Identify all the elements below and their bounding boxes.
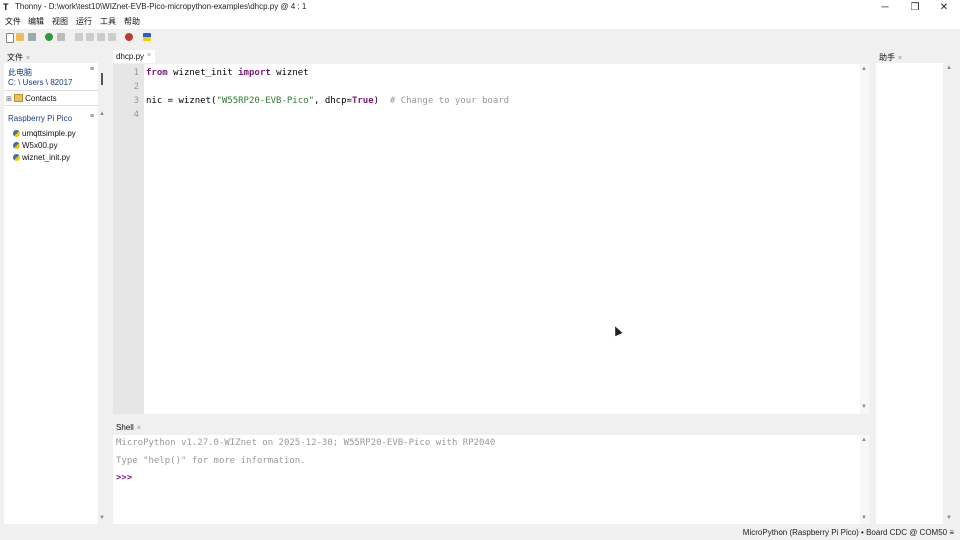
code-editor[interactable] <box>113 64 860 414</box>
code-text: nic = wiznet( <box>146 96 217 106</box>
local-path[interactable]: C: \ Users \ 82017 <box>8 78 72 87</box>
stop-icon[interactable] <box>125 33 133 41</box>
expand-icon[interactable]: ⊞ <box>6 96 12 103</box>
menu-icon[interactable]: ≡ <box>90 113 94 120</box>
file-name: wiznet_init.py <box>22 153 71 162</box>
close-icon[interactable]: × <box>898 55 902 62</box>
import-name: wiznet <box>270 68 309 78</box>
shell-console[interactable] <box>113 435 860 524</box>
device-heading[interactable]: Raspberry Pi Pico <box>8 114 72 123</box>
maximize-button[interactable]: ❐ <box>900 0 930 15</box>
menu-file[interactable]: 文件 <box>5 16 21 27</box>
keyword-constant: True <box>351 96 374 106</box>
step-over-icon[interactable] <box>75 33 83 41</box>
divider <box>4 90 98 91</box>
step-out-icon[interactable] <box>97 33 105 41</box>
new-file-icon[interactable] <box>6 33 14 43</box>
divider <box>4 105 98 106</box>
run-icon[interactable] <box>45 33 53 41</box>
open-file-icon[interactable] <box>16 33 24 41</box>
shell-scrollbar[interactable]: ▲ ▼ <box>860 435 869 524</box>
folder-icon <box>14 94 24 102</box>
menu-icon[interactable]: ≡ <box>90 66 94 73</box>
tab-editor-label: dhcp.py <box>116 52 145 61</box>
menu-edit[interactable]: 编辑 <box>28 16 44 27</box>
close-icon[interactable]: × <box>147 52 151 59</box>
list-item[interactable]: umqttsimple.py <box>13 129 76 138</box>
close-button[interactable]: ✕ <box>929 0 959 15</box>
string-literal: "W55RP20-EVB-Pico" <box>216 96 314 106</box>
tab-shell[interactable]: Shell × <box>116 423 141 432</box>
scroll-up-icon[interactable]: ▲ <box>861 437 867 443</box>
tab-assistant-label: 助手 <box>879 53 895 62</box>
assistant-scrollbar[interactable]: ▲ ▼ <box>943 63 955 524</box>
keyword: from <box>146 68 168 78</box>
assistant-pane <box>876 63 943 524</box>
ukraine-flag-icon[interactable] <box>143 33 151 41</box>
menu-tools[interactable]: 工具 <box>100 16 116 27</box>
debug-icon[interactable] <box>57 33 65 41</box>
file-name: Contacts <box>25 94 57 103</box>
line-number: 3 <box>133 96 139 106</box>
keyword: import <box>238 68 271 78</box>
tab-files[interactable]: 文件 × <box>7 52 30 63</box>
tab-shell-label: Shell <box>116 423 134 432</box>
close-icon[interactable]: × <box>26 55 30 62</box>
code-line-1[interactable]: from wiznet_init import wiznet <box>146 68 309 78</box>
scroll-up-icon[interactable]: ▲ <box>861 66 867 72</box>
line-number: 1 <box>133 68 139 78</box>
code-comment: # Change to your board <box>379 96 510 106</box>
scroll-thumb[interactable] <box>101 73 103 85</box>
save-file-icon[interactable] <box>28 33 36 41</box>
scroll-down-icon[interactable]: ▼ <box>946 515 952 521</box>
tab-assistant[interactable]: 助手 × <box>879 52 902 63</box>
interpreter-status[interactable]: MicroPython (Raspberry Pi Pico) • Board … <box>743 528 954 537</box>
tab-editor[interactable]: dhcp.py × <box>113 50 155 63</box>
menu-run[interactable]: 运行 <box>76 16 92 27</box>
file-name: W5x00.py <box>22 141 58 150</box>
code-line-3[interactable]: nic = wiznet("W55RP20-EVB-Pico", dhcp=Tr… <box>146 96 509 106</box>
scroll-down-icon[interactable]: ▼ <box>861 404 867 410</box>
python-file-icon <box>13 154 20 161</box>
file-name: umqttsimple.py <box>22 129 76 138</box>
python-file-icon <box>13 130 20 137</box>
shell-output-line: Type "help()" for more information. <box>116 456 306 466</box>
list-item[interactable]: W5x00.py <box>13 141 58 150</box>
scroll-up-icon[interactable]: ▲ <box>946 65 952 71</box>
line-number: 2 <box>133 82 139 92</box>
list-item[interactable]: ⊞ Contacts <box>6 94 57 103</box>
shell-prompt[interactable]: >>> <box>116 473 132 483</box>
scroll-down-icon[interactable]: ▼ <box>99 515 105 521</box>
scroll-down-icon[interactable]: ▼ <box>861 515 867 521</box>
files-scrollbar[interactable]: ▲ ▼ <box>98 63 107 524</box>
resume-icon[interactable] <box>108 33 116 41</box>
module-name: wiznet_init <box>167 68 239 78</box>
window-title: Thonny - D:\work\test10\WIZnet-EVB-Pico-… <box>15 2 307 11</box>
files-pane: 此电脑 ≡ C: \ Users \ 82017 ⊞ Contacts Rasp… <box>4 63 98 524</box>
python-file-icon <box>13 142 20 149</box>
scroll-up-icon[interactable]: ▲ <box>99 111 105 117</box>
menu-help[interactable]: 帮助 <box>124 16 140 27</box>
line-number: 4 <box>133 110 139 120</box>
close-icon[interactable]: × <box>137 425 141 432</box>
minimize-button[interactable]: ─ <box>870 0 900 15</box>
editor-scrollbar[interactable]: ▲ ▼ <box>860 64 869 414</box>
step-into-icon[interactable] <box>86 33 94 41</box>
tab-files-label: 文件 <box>7 53 23 62</box>
thonny-logo-icon: T <box>3 2 9 12</box>
menu-view[interactable]: 视图 <box>52 16 68 27</box>
local-heading[interactable]: 此电脑 <box>8 67 32 78</box>
menu-bar <box>0 15 960 29</box>
code-text: , dhcp= <box>314 96 352 106</box>
shell-output-line: MicroPython v1.27.0-WIZnet on 2025-12-30… <box>116 438 496 448</box>
list-item[interactable]: wiznet_init.py <box>13 153 70 162</box>
